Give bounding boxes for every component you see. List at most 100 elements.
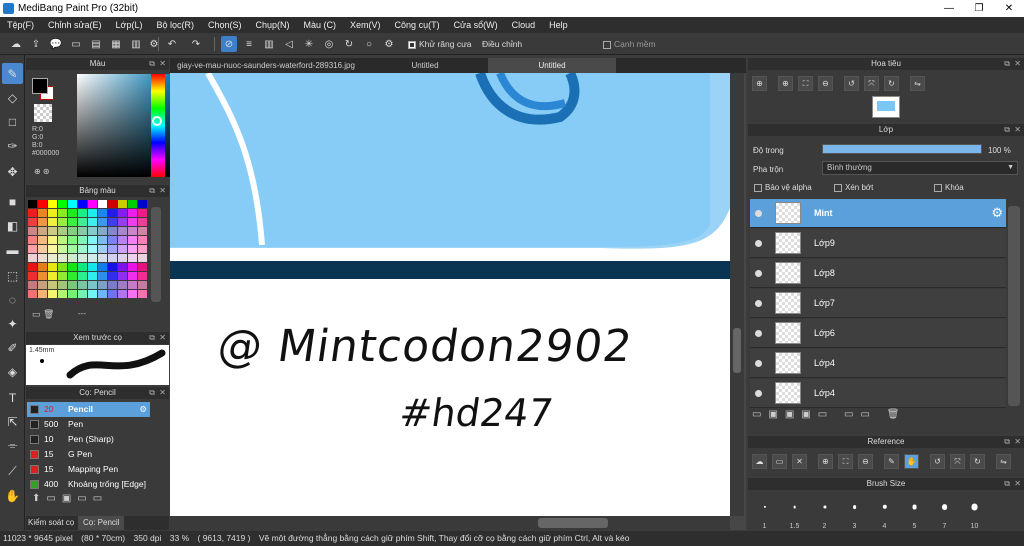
palette-swatch[interactable] [88, 263, 97, 271]
palette-swatch[interactable] [38, 200, 47, 208]
palette-swatch[interactable] [88, 200, 97, 208]
palette-swatch[interactable] [118, 227, 127, 235]
menu-filter[interactable]: Bộ lọc(R) [149, 20, 201, 30]
zoom-out-icon[interactable]: ⊖ [818, 76, 833, 91]
palette-swatch[interactable] [48, 200, 57, 208]
palette-swatch[interactable] [78, 272, 87, 280]
palette-swatch[interactable] [68, 218, 77, 226]
palette-swatch[interactable] [108, 209, 117, 217]
palette-swatch[interactable] [28, 245, 37, 253]
brush-item-pen-sharp-[interactable]: 10 Pen (Sharp) [27, 432, 150, 447]
operation-tool-icon[interactable]: ⇱ [2, 411, 23, 432]
gear-icon[interactable]: ⚙ [991, 205, 1003, 221]
palette-swatch[interactable] [118, 281, 127, 289]
palette-swatch[interactable] [138, 263, 147, 271]
palette-swatch[interactable] [128, 236, 137, 244]
palette-swatch[interactable] [38, 263, 47, 271]
palette-swatch[interactable] [58, 281, 67, 289]
palette-swatch[interactable] [128, 272, 137, 280]
menu-view[interactable]: Xem(V) [343, 20, 388, 30]
palette-swatch[interactable] [138, 290, 147, 298]
palette-swatch[interactable] [118, 245, 127, 253]
palette-swatch[interactable] [128, 254, 137, 262]
palette-swatch[interactable] [88, 254, 97, 262]
menu-snap[interactable]: Chụp(N) [249, 20, 297, 30]
palette-swatch[interactable] [98, 200, 107, 208]
transparent-swatch[interactable] [34, 104, 52, 122]
palette-swatch[interactable] [128, 200, 137, 208]
palette-swatch[interactable] [48, 218, 57, 226]
lock-checkbox[interactable]: Khóa [934, 183, 964, 192]
ref-rotate-right-icon[interactable]: ↻ [970, 454, 985, 469]
comment-icon[interactable]: 💬 [48, 36, 64, 52]
brush-size-preset[interactable]: 1.5 [780, 495, 809, 531]
palette-add-icon[interactable]: ▭ 🗑 [32, 309, 54, 320]
menu-color[interactable]: Màu (C) [297, 20, 344, 30]
palette-swatch[interactable] [108, 200, 117, 208]
palette-swatch[interactable] [78, 209, 87, 217]
palette-swatch[interactable] [138, 200, 147, 208]
palette-swatch[interactable] [58, 254, 67, 262]
blend-mode-dropdown[interactable]: Bình thường ▼ [822, 161, 1018, 175]
settings-icon[interactable]: ⚙ [146, 36, 162, 52]
brush-tool-icon[interactable]: ✎ [2, 63, 23, 84]
palette-swatch[interactable] [78, 227, 87, 235]
layer-scrollbar[interactable] [1008, 206, 1020, 406]
vanishing-snap-icon[interactable]: ◁ [281, 36, 297, 52]
palette-swatch[interactable] [48, 245, 57, 253]
save-icon[interactable]: ▤ [88, 36, 104, 52]
horizontal-scrollbar[interactable] [170, 516, 730, 530]
palette-grid[interactable] [28, 200, 148, 304]
opacity-slider[interactable] [822, 144, 982, 154]
palette-swatch[interactable] [38, 227, 47, 235]
eye-icon[interactable] [755, 270, 762, 277]
menu-file[interactable]: Tệp(F) [0, 20, 41, 30]
eyedropper-tool-icon[interactable]: ⌯ [2, 435, 23, 456]
palette-swatch[interactable] [88, 227, 97, 235]
close-icon[interactable]: ✕ [792, 454, 807, 469]
palette-swatch[interactable] [68, 227, 77, 235]
dot-tool-icon[interactable]: □ [2, 111, 23, 132]
palette-swatch[interactable] [48, 227, 57, 235]
palette-swatch[interactable] [58, 263, 67, 271]
palette-swatch[interactable] [78, 254, 87, 262]
circle-snap-icon[interactable]: ◎ [321, 36, 337, 52]
palette-swatch[interactable] [48, 272, 57, 280]
grid-icon[interactable]: ▦ [108, 36, 124, 52]
soft-edge-toggle[interactable]: Cạnh mềm [603, 39, 656, 49]
palette-swatch[interactable] [68, 200, 77, 208]
palette-swatch[interactable] [98, 236, 107, 244]
palette-swatch[interactable] [38, 218, 47, 226]
palette-swatch[interactable] [78, 290, 87, 298]
palette-swatch[interactable] [68, 209, 77, 217]
antialias-toggle[interactable]: Khử răng cưa [408, 39, 472, 49]
palette-swatch[interactable] [128, 218, 137, 226]
maximize-button[interactable]: ❐ [964, 0, 994, 17]
protect-alpha-checkbox[interactable]: Bảo vệ alpha [754, 183, 812, 192]
palette-swatch[interactable] [108, 281, 117, 289]
ref-reset-icon[interactable]: ⤧ [950, 454, 965, 469]
palette-swatch[interactable] [68, 236, 77, 244]
palette-swatch[interactable] [48, 209, 57, 217]
palette-swatch[interactable] [138, 245, 147, 253]
eraser-tool-icon[interactable]: ◇ [2, 87, 23, 108]
clipping-checkbox[interactable]: Xén bớt [834, 183, 873, 192]
palette-swatch[interactable] [118, 290, 127, 298]
menu-select[interactable]: Chọn(S) [201, 20, 249, 30]
rotate-right-icon[interactable]: ↻ [884, 76, 899, 91]
zoom-icon[interactable]: ⊕ [778, 76, 793, 91]
palette-swatch[interactable] [138, 209, 147, 217]
brush-item-mapping-pen[interactable]: 15 Mapping Pen [27, 462, 150, 477]
palette-scrollbar[interactable] [151, 207, 161, 302]
ref-flip-icon[interactable]: ⇋ [996, 454, 1011, 469]
palette-swatch[interactable] [108, 263, 117, 271]
palette-swatch[interactable] [68, 263, 77, 271]
brush-item-g-pen[interactable]: 15 G Pen [27, 447, 150, 462]
palette-swatch[interactable] [98, 272, 107, 280]
gear-icon[interactable]: ⚙ [139, 402, 147, 417]
curve-snap-icon[interactable]: ↻ [341, 36, 357, 52]
zoom-in-icon[interactable]: ⊕ [752, 76, 767, 91]
menu-edit[interactable]: Chỉnh sửa(E) [41, 20, 109, 30]
palette-swatch[interactable] [138, 281, 147, 289]
palette-swatch[interactable] [118, 263, 127, 271]
